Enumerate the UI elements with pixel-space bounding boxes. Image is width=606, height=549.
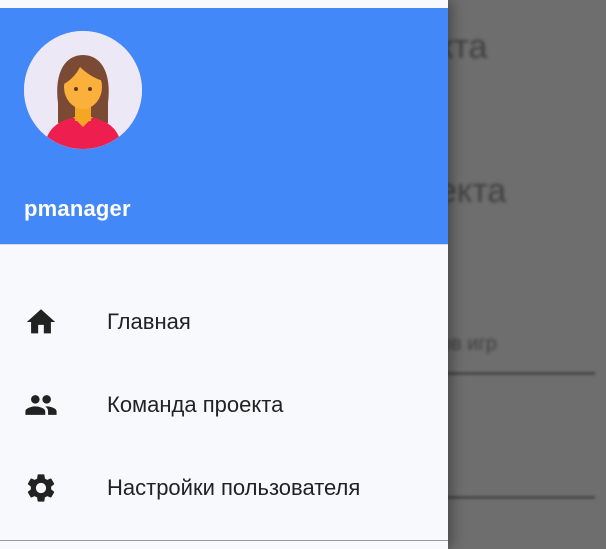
home-icon: [24, 305, 58, 339]
menu-item-team[interactable]: Команда проекта: [0, 363, 448, 446]
app-screen: кта екта ов игр pmanager Главная Команда…: [0, 0, 606, 549]
group-icon: [24, 388, 58, 422]
menu-item-label: Команда проекта: [107, 391, 284, 417]
menu-item-label: Настройки пользователя: [107, 474, 361, 500]
status-strip: [0, 0, 448, 8]
navigation-drawer: pmanager Главная Команда проекта Настрой…: [0, 0, 448, 549]
menu-item-settings[interactable]: Настройки пользователя: [0, 446, 448, 529]
female-user-avatar-icon[interactable]: [24, 31, 142, 149]
gear-icon: [24, 471, 58, 505]
header-divider: [0, 244, 448, 245]
drawer-header: pmanager: [0, 8, 448, 244]
background-caption: ов игр: [440, 333, 497, 355]
bottom-divider: [0, 540, 448, 541]
drawer-menu: Главная Команда проекта Настройки пользо…: [0, 280, 448, 529]
menu-item-home[interactable]: Главная: [0, 280, 448, 363]
background-title-2: екта: [438, 172, 507, 210]
background-divider-1: [440, 372, 595, 375]
menu-item-label: Главная: [107, 308, 191, 334]
username: pmanager: [24, 196, 131, 221]
background-divider-2: [440, 496, 595, 499]
